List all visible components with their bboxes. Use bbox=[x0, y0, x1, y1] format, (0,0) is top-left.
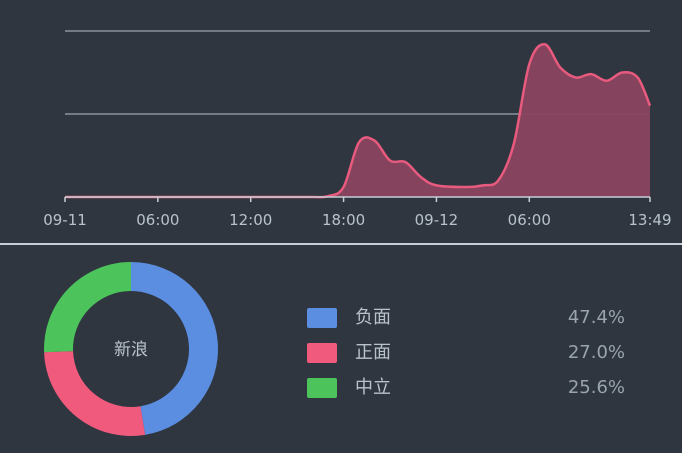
legend-value-positive: 27.0% bbox=[567, 342, 625, 363]
x-tick-label-1: 06:00 bbox=[136, 211, 179, 229]
legend-item-positive[interactable]: 正面 27.0% bbox=[307, 341, 637, 365]
legend-label-neutral: 中立 bbox=[355, 377, 391, 398]
x-tick-label-3: 18:00 bbox=[322, 211, 365, 229]
donut-slice-2 bbox=[44, 262, 131, 353]
area-chart-svg: 09-11 06:00 12:00 18:00 09-12 06:00 13:49 bbox=[43, 30, 672, 229]
sentiment-trend-chart: 09-11 06:00 12:00 18:00 09-12 06:00 13:49 bbox=[0, 0, 682, 240]
legend-label-negative: 负面 bbox=[355, 307, 391, 328]
legend-value-negative: 47.4% bbox=[567, 307, 625, 328]
legend-swatch-negative bbox=[307, 308, 337, 328]
area-fill bbox=[65, 44, 650, 198]
legend-item-negative[interactable]: 负面 47.4% bbox=[307, 306, 637, 330]
legend-swatch-positive bbox=[307, 343, 337, 363]
x-tick-label-0: 09-11 bbox=[43, 211, 87, 229]
legend-value-neutral: 25.6% bbox=[567, 377, 625, 398]
section-divider bbox=[0, 243, 682, 245]
donut-center-label: 新浪 bbox=[114, 340, 148, 360]
donut-slice-1 bbox=[44, 351, 146, 436]
legend-swatch-neutral bbox=[307, 378, 337, 398]
legend-label-positive: 正面 bbox=[355, 342, 391, 363]
x-tick-label-2: 12:00 bbox=[229, 211, 272, 229]
x-tick-label-6: 13:49 bbox=[628, 211, 671, 229]
x-tick-label-4: 09-12 bbox=[415, 211, 459, 229]
x-tick-label-5: 06:00 bbox=[508, 211, 551, 229]
donut-chart-svg: 新浪 bbox=[44, 262, 219, 436]
sentiment-distribution: 新浪 负面 47.4% 正面 27.0% 中立 25.6% bbox=[0, 246, 682, 453]
legend-item-neutral[interactable]: 中立 25.6% bbox=[307, 376, 637, 400]
